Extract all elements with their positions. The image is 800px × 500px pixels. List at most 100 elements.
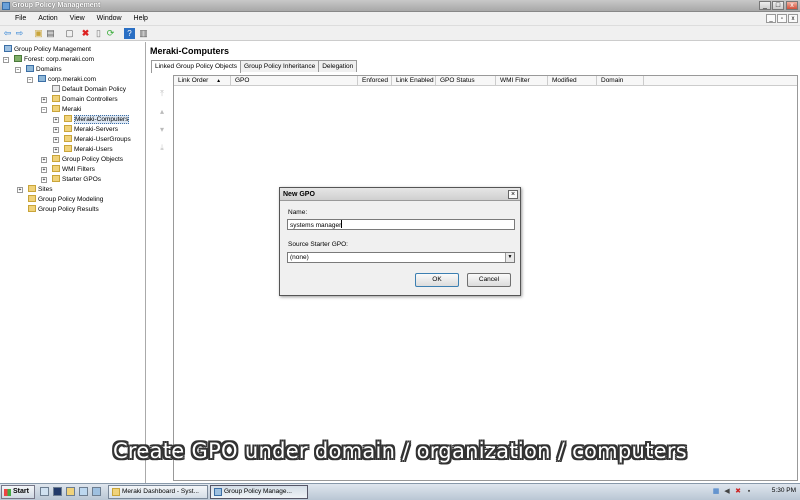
tree-item-meraki-usergroups[interactable]: + Meraki-UserGroups	[53, 135, 131, 145]
ou-icon	[64, 145, 72, 152]
tree-item-sites[interactable]: + Sites	[17, 185, 52, 195]
expand-icon[interactable]: +	[17, 187, 23, 193]
gpm-icon	[4, 45, 12, 52]
refresh-icon[interactable]: ⟳	[105, 28, 116, 39]
move-bottom-icon[interactable]: ⤓	[157, 143, 167, 161]
tree-item-default-policy[interactable]: Default Domain Policy	[52, 85, 126, 95]
menu-action[interactable]: Action	[33, 12, 62, 22]
source-starter-select[interactable]: (none) ▼	[287, 252, 515, 263]
tree-item-meraki-users[interactable]: + Meraki-Users	[53, 145, 113, 155]
windows-logo-icon	[4, 489, 11, 496]
tree-item-meraki[interactable]: − Meraki	[41, 105, 82, 115]
column-domain[interactable]: Domain	[597, 76, 644, 86]
expand-icon[interactable]: +	[41, 167, 47, 173]
gpm-app-icon	[2, 2, 10, 10]
tree-item-starter-gpos[interactable]: + Starter GPOs	[41, 175, 101, 185]
show-hide-tree-icon[interactable]: ▤	[45, 28, 56, 39]
mdi-close-button[interactable]: x	[788, 14, 798, 23]
menu-help[interactable]: Help	[129, 12, 153, 22]
chevron-down-icon[interactable]: ▼	[505, 253, 514, 262]
cancel-button[interactable]: Cancel	[467, 273, 511, 287]
tree-item-wmi-filters[interactable]: + WMI Filters	[41, 165, 95, 175]
dialog-title-bar: New GPO ×	[280, 188, 520, 201]
close-button[interactable]: x	[786, 1, 798, 10]
taskbar-item-gpm[interactable]: Group Policy Manage...	[210, 485, 308, 499]
column-link-enabled[interactable]: Link Enabled	[392, 76, 436, 86]
menu-file[interactable]: File	[10, 12, 31, 22]
tree-item-modeling[interactable]: Group Policy Modeling	[28, 195, 103, 205]
ou-icon	[64, 125, 72, 132]
up-icon[interactable]: ▣	[33, 28, 44, 39]
powershell-icon[interactable]	[53, 487, 62, 496]
server-manager-icon[interactable]	[40, 487, 49, 496]
collapse-icon[interactable]: −	[27, 77, 33, 83]
clock[interactable]: 5:30 PM	[772, 487, 796, 494]
column-enforced[interactable]: Enforced	[358, 76, 392, 86]
action-center-icon[interactable]: ✖	[734, 488, 742, 496]
expand-icon[interactable]: +	[41, 157, 47, 163]
tree-item-meraki-servers[interactable]: + Meraki-Servers	[53, 125, 118, 135]
sites-icon	[28, 185, 36, 192]
tree-item-results[interactable]: Group Policy Results	[28, 205, 99, 215]
folder-icon	[52, 175, 60, 182]
column-modified[interactable]: Modified	[548, 76, 597, 86]
tree-item-domain[interactable]: − corp.meraki.com	[27, 75, 96, 85]
navigation-tree: Group Policy Management − Forest: corp.m…	[0, 42, 146, 483]
gpo-name-input[interactable]: systems manager	[287, 219, 515, 230]
tree-item-root[interactable]: Group Policy Management	[4, 45, 91, 55]
menu-view[interactable]: View	[65, 12, 90, 22]
tree-item-meraki-computers[interactable]: + Meraki-Computers	[53, 115, 130, 125]
minimize-button[interactable]: _	[759, 1, 771, 10]
collapse-icon[interactable]: −	[41, 107, 47, 113]
collapse-icon[interactable]: −	[15, 67, 21, 73]
mdi-restore-button[interactable]: ▫	[777, 14, 787, 23]
show-desktop-icon[interactable]	[79, 487, 88, 496]
tree-item-domain-controllers[interactable]: + Domain Controllers	[41, 95, 118, 105]
column-wmi-filter[interactable]: WMI Filter	[496, 76, 548, 86]
expand-icon[interactable]: +	[41, 177, 47, 183]
help-icon[interactable]: ?	[124, 28, 135, 39]
collapse-icon[interactable]: −	[3, 57, 9, 63]
dialog-close-button[interactable]: ×	[508, 190, 518, 199]
tab-delegation[interactable]: Delegation	[318, 60, 358, 72]
expand-icon[interactable]: +	[53, 127, 59, 133]
properties-icon[interactable]: ▢	[64, 28, 75, 39]
forward-icon[interactable]: ⇨	[14, 28, 25, 39]
network-icon[interactable]: ▦	[712, 488, 720, 496]
move-down-icon[interactable]: ▾	[157, 125, 167, 143]
tab-linked-gpos[interactable]: Linked Group Policy Objects	[151, 60, 242, 73]
gpm-quicklaunch-icon[interactable]	[92, 487, 101, 496]
column-gpo[interactable]: GPO	[231, 76, 358, 86]
mdi-minimize-button[interactable]: _	[766, 14, 776, 23]
delete-icon[interactable]: ✖	[80, 28, 91, 39]
export-icon[interactable]: ▯	[93, 28, 104, 39]
list-header: Link Order ▲ GPO Enforced Link Enabled G…	[174, 76, 797, 86]
column-gpo-status[interactable]: GPO Status	[436, 76, 496, 86]
taskbar-item-meraki-dashboard[interactable]: Meraki Dashboard - Syst...	[108, 485, 208, 499]
browser-icon	[112, 488, 120, 496]
maximize-button[interactable]: □	[772, 1, 784, 10]
link-order-controls: ⤒ ▴ ▾ ⤓	[157, 89, 167, 161]
tree-item-gpo-objects[interactable]: + Group Policy Objects	[41, 155, 123, 165]
back-icon[interactable]: ⇦	[2, 28, 13, 39]
move-up-icon[interactable]: ▴	[157, 107, 167, 125]
ok-button[interactable]: OK	[415, 273, 459, 287]
volume-icon[interactable]: ◀	[723, 488, 731, 496]
expand-icon[interactable]: +	[53, 147, 59, 153]
tree-item-domains[interactable]: − Domains	[15, 65, 62, 75]
start-button[interactable]: Start	[1, 485, 35, 499]
expand-icon[interactable]: +	[53, 117, 59, 123]
move-top-icon[interactable]: ⤒	[157, 89, 167, 107]
expand-icon[interactable]: +	[41, 97, 47, 103]
expand-icon[interactable]: +	[53, 137, 59, 143]
console-icon[interactable]: ▥	[138, 28, 149, 39]
ou-icon	[64, 135, 72, 142]
text-cursor	[341, 220, 343, 228]
flag-icon[interactable]: ▪	[745, 488, 753, 496]
tree-item-forest[interactable]: − Forest: corp.meraki.com	[3, 55, 94, 65]
tab-inheritance[interactable]: Group Policy Inheritance	[240, 60, 320, 72]
column-link-order[interactable]: Link Order ▲	[174, 76, 231, 86]
modeling-icon	[28, 195, 36, 202]
menu-window[interactable]: Window	[92, 12, 127, 22]
explorer-icon[interactable]	[66, 487, 75, 496]
